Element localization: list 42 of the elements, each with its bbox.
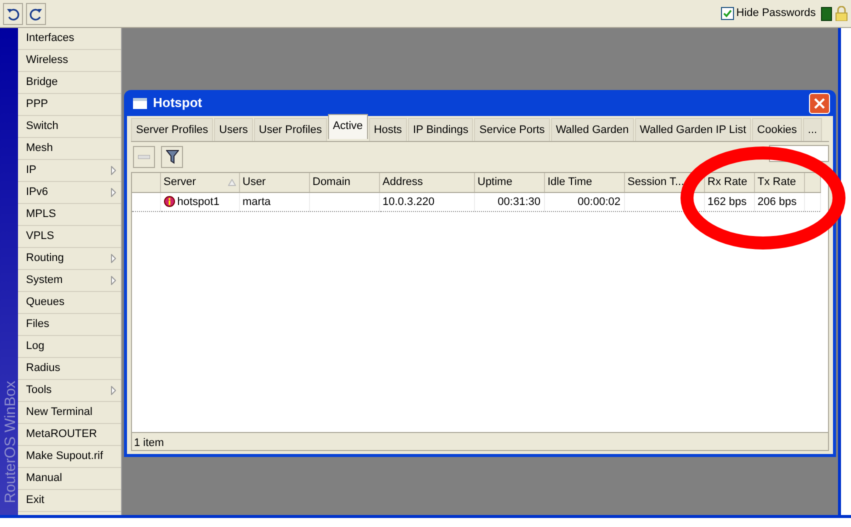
tab[interactable]: Hosts bbox=[368, 118, 407, 141]
checkbox-label: Hide Passwords bbox=[736, 6, 816, 22]
tab[interactable]: Users bbox=[214, 118, 253, 141]
column-header[interactable]: User bbox=[239, 173, 309, 192]
window-title: Hotspot bbox=[153, 94, 204, 112]
tab[interactable]: Server Profiles bbox=[131, 118, 214, 141]
undo-icon[interactable] bbox=[3, 2, 23, 24]
tab[interactable]: Cookies bbox=[752, 118, 802, 141]
column-header[interactable]: Domain bbox=[309, 173, 379, 192]
table-cell: 00:00:02 bbox=[578, 196, 620, 208]
table-cell: 162 bps bbox=[708, 196, 747, 208]
close-icon bbox=[814, 98, 825, 108]
tab[interactable]: Walled Garden bbox=[550, 118, 634, 141]
column-header[interactable]: Tx Rate bbox=[754, 173, 804, 192]
tab[interactable]: ... bbox=[802, 118, 822, 141]
minus-icon bbox=[138, 155, 150, 159]
info-icon bbox=[164, 196, 174, 206]
redo-icon[interactable] bbox=[26, 2, 46, 24]
column-header[interactable]: Rx Rate bbox=[704, 173, 754, 192]
table-cell: marta bbox=[242, 196, 271, 208]
app-brand: RouterOS WinBox bbox=[0, 379, 20, 503]
table-cell: hotspot1 bbox=[177, 196, 220, 208]
table-cell: 10.0.3.220 bbox=[382, 196, 434, 208]
tab[interactable]: Active bbox=[328, 114, 368, 139]
window-icon bbox=[133, 98, 147, 108]
column-header[interactable]: Idle Time bbox=[544, 173, 624, 192]
checkbox[interactable] bbox=[720, 7, 734, 20]
lock-icon bbox=[835, 6, 848, 21]
status-text: 1 item bbox=[134, 437, 164, 449]
filter-icon bbox=[166, 150, 178, 164]
close-button[interactable] bbox=[809, 92, 830, 114]
tab[interactable]: IP Bindings bbox=[408, 118, 474, 141]
status-square-icon bbox=[821, 6, 832, 20]
tab[interactable]: Walled Garden IP List bbox=[634, 118, 752, 141]
column-header-label: Server bbox=[164, 175, 196, 190]
column-header[interactable]: Address bbox=[379, 173, 474, 192]
tab[interactable]: Service Ports bbox=[474, 118, 550, 141]
column-header[interactable]: Uptime bbox=[474, 173, 544, 192]
tab[interactable]: User Profiles bbox=[254, 118, 327, 141]
table-cell: 206 bps bbox=[758, 196, 797, 208]
table-cell: 00:31:30 bbox=[498, 196, 540, 208]
filter-button[interactable] bbox=[161, 146, 183, 168]
